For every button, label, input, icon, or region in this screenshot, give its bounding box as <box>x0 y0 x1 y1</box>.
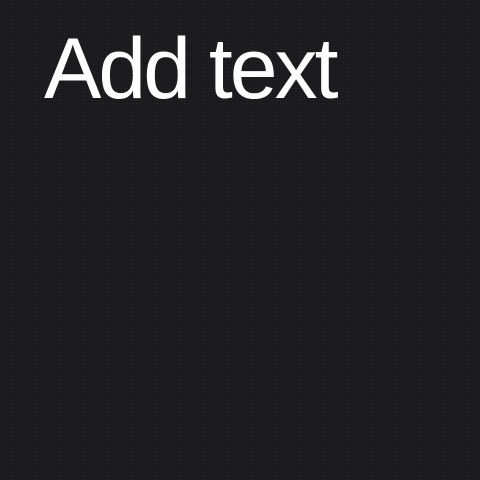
design-canvas[interactable]: Add text <box>0 0 480 480</box>
text-box[interactable]: Add text <box>44 26 339 112</box>
